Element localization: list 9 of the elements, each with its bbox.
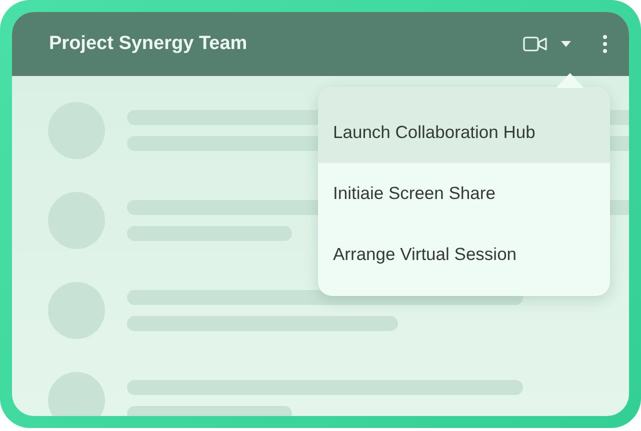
menu-item[interactable]: Initiaie Screen Share (318, 163, 610, 224)
video-camera-icon[interactable] (523, 36, 547, 52)
menu-pointer (556, 73, 584, 88)
avatar-placeholder (48, 372, 105, 416)
menu-item[interactable]: Arrange Virtual Session (318, 224, 610, 285)
menu-item[interactable]: Launch Collaboration Hub (318, 87, 610, 163)
window-title: Project Synergy Team (49, 33, 248, 55)
menu-icon[interactable] (603, 35, 607, 53)
caret-icon[interactable] (561, 40, 571, 48)
